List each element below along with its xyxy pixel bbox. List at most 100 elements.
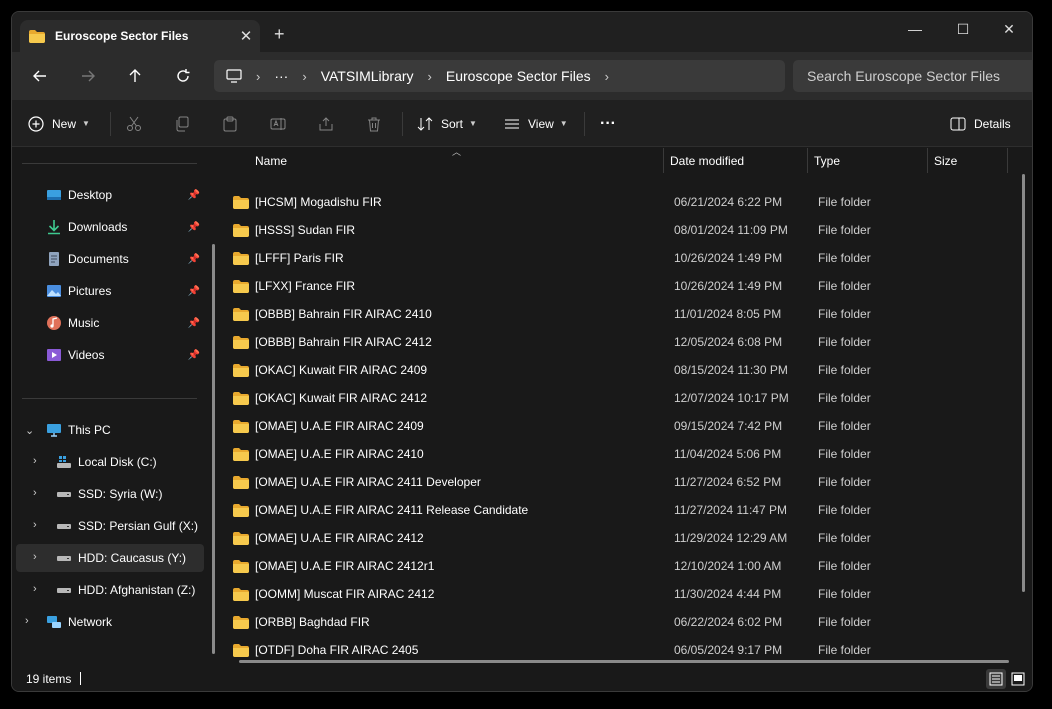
file-date-modified: 11/04/2024 5:06 PM <box>674 447 782 461</box>
share-button[interactable] <box>318 100 334 147</box>
sidebar-item-documents[interactable]: Documents 📌 <box>16 245 204 273</box>
cut-button[interactable] <box>126 100 142 147</box>
sort-button[interactable]: Sort ▼ <box>417 100 477 147</box>
sidebar-item-videos[interactable]: Videos 📌 <box>16 341 204 369</box>
column-divider[interactable] <box>927 148 928 173</box>
file-type: File folder <box>818 419 871 433</box>
table-row[interactable]: [HSSS] Sudan FIR 08/01/2024 11:09 PM File … <box>233 216 1013 244</box>
file-date-modified: 06/22/2024 6:02 PM <box>674 615 783 629</box>
sidebar-item-ssd-persian-gulf-x[interactable]: SSD: Persian Gulf (X:) <box>16 512 204 540</box>
pin-icon[interactable]: 📌 <box>188 190 200 201</box>
rename-button[interactable] <box>270 100 286 147</box>
table-row[interactable]: [OBBB] Bahrain FIR AIRAC 2412 12/05/2024 … <box>233 328 1013 356</box>
table-row[interactable]: [OMAE] U.A.E FIR AIRAC 2412r1 12/10/2024 … <box>233 552 1013 580</box>
this-pc-icon <box>47 424 61 437</box>
address-bar[interactable]: › ··· › VATSIMLibrary › Euroscope Sector… <box>214 60 785 92</box>
horizontal-scrollbar[interactable] <box>239 660 1009 663</box>
pin-icon[interactable]: 📌 <box>188 318 200 329</box>
view-button[interactable]: View ▼ <box>504 100 568 147</box>
folder-icon <box>233 364 249 377</box>
maximize-button[interactable]: ☐ <box>940 16 986 42</box>
table-row[interactable]: [OOMM] Muscat FIR AIRAC 2412 11/30/2024 4… <box>233 580 1013 608</box>
sidebar-item-downloads[interactable]: Downloads 📌 <box>16 213 204 241</box>
table-row[interactable]: [OMAE] U.A.E FIR AIRAC 2411 Release Cand… <box>233 496 1013 524</box>
sidebar-item-hdd-caucasus-y[interactable]: HDD: Caucasus (Y:) <box>16 544 204 572</box>
sidebar-item-label: Videos <box>68 348 105 362</box>
table-row[interactable]: [HCSM] Mogadishu FIR 06/21/2024 6:22 PM Fi… <box>233 188 1013 216</box>
up-button[interactable] <box>123 64 147 88</box>
breadcrumb-vatsimlibrary[interactable]: VATSIMLibrary <box>321 68 414 84</box>
sidebar-item-pictures[interactable]: Pictures 📌 <box>16 277 204 305</box>
table-row[interactable]: [OMAE] U.A.E FIR AIRAC 2411 Developer 11/… <box>233 468 1013 496</box>
breadcrumb-euroscope-sector-files[interactable]: Euroscope Sector Files <box>446 68 591 84</box>
file-name: [OKAC] Kuwait FIR AIRAC 2412 <box>255 391 428 405</box>
column-divider[interactable] <box>663 148 664 173</box>
close-window-button[interactable]: ✕ <box>986 16 1032 42</box>
file-explorer-window: Euroscope Sector Files ✕ + — ☐ ✕ › ··· ›… <box>11 11 1033 692</box>
file-name: [OMAE] U.A.E FIR AIRAC 2411 Release Cand… <box>255 503 529 517</box>
file-date-modified: 06/21/2024 6:22 PM <box>674 195 783 209</box>
pin-icon[interactable]: 📌 <box>188 222 200 233</box>
tab-euroscope-sector-files[interactable]: Euroscope Sector Files ✕ <box>20 20 260 52</box>
chevron-right-icon[interactable]: › <box>605 69 609 84</box>
tiles-view-button[interactable] <box>1008 669 1028 689</box>
table-row[interactable]: [ORBB] Baghdad FIR 06/22/2024 6:02 PM File… <box>233 608 1013 636</box>
view-label: View <box>528 116 554 131</box>
details-view-button[interactable] <box>986 669 1006 689</box>
table-row[interactable]: [OMAE] U.A.E FIR AIRAC 2410 11/04/2024 5:… <box>233 440 1013 468</box>
sidebar-item-label: Desktop <box>68 188 113 202</box>
vertical-scrollbar[interactable] <box>1022 174 1025 592</box>
back-button[interactable] <box>28 64 52 88</box>
forward-button[interactable] <box>76 64 100 88</box>
column-header-date-modified[interactable]: Date modified <box>670 154 744 168</box>
chevron-right-icon: › <box>256 68 261 84</box>
more-options-button[interactable]: ··· <box>600 100 616 147</box>
refresh-button[interactable] <box>171 64 195 88</box>
search-placeholder: Search Euroscope Sector Files <box>807 68 1000 84</box>
sidebar-scrollbar[interactable] <box>212 244 215 654</box>
table-row[interactable]: [LFFF] Paris FIR 10/26/2024 1:49 PM File f… <box>233 244 1013 272</box>
file-type: File folder <box>818 587 871 601</box>
sidebar-item-desktop[interactable]: Desktop 📌 <box>16 181 204 209</box>
sidebar-item-network[interactable]: Network <box>16 608 204 636</box>
file-name: [OMAE] U.A.E FIR AIRAC 2412r1 <box>255 559 435 573</box>
delete-button[interactable] <box>366 100 382 147</box>
column-header-type[interactable]: Type <box>814 154 840 168</box>
file-name: [OMAE] U.A.E FIR AIRAC 2409 <box>255 419 424 433</box>
tab-close-icon[interactable]: ✕ <box>232 27 260 45</box>
column-divider[interactable] <box>1007 148 1008 173</box>
sidebar-item-music[interactable]: Music 📌 <box>16 309 204 337</box>
column-divider[interactable] <box>807 148 808 173</box>
pin-icon[interactable]: 📌 <box>188 286 200 297</box>
breadcrumb-overflow[interactable]: ··· <box>274 68 288 84</box>
chevron-right-icon[interactable]: › <box>33 551 37 563</box>
file-date-modified: 06/05/2024 9:17 PM <box>674 643 783 657</box>
sidebar-item-this-pc[interactable]: This PC <box>16 416 204 444</box>
minimize-button[interactable]: — <box>892 16 938 42</box>
column-header-name[interactable]: Name <box>255 154 287 168</box>
pin-icon[interactable]: 📌 <box>188 254 200 265</box>
table-row[interactable]: [OKAC] Kuwait FIR AIRAC 2412 12/07/2024 1… <box>233 384 1013 412</box>
paste-button[interactable] <box>222 100 238 147</box>
details-button[interactable]: Details <box>950 100 1011 147</box>
copy-button[interactable] <box>174 100 190 147</box>
file-type: File folder <box>818 503 871 517</box>
sidebar-item-local-disk-c[interactable]: Local Disk (C:) <box>16 448 204 476</box>
sidebar-item-ssd-syria-w[interactable]: SSD: Syria (W:) <box>16 480 204 508</box>
new-tab-button[interactable]: + <box>274 24 285 45</box>
folder-icon <box>233 252 249 265</box>
table-row[interactable]: [OMAE] U.A.E FIR AIRAC 2412 11/29/2024 12… <box>233 524 1013 552</box>
column-header-size[interactable]: Size <box>934 154 957 168</box>
table-row[interactable]: [OMAE] U.A.E FIR AIRAC 2409 09/15/2024 7:… <box>233 412 1013 440</box>
new-button[interactable]: New ▼ <box>28 100 90 147</box>
file-name: [OMAE] U.A.E FIR AIRAC 2411 Developer <box>255 475 481 489</box>
table-row[interactable]: [LFXX] France FIR 10/26/2024 1:49 PM File … <box>233 272 1013 300</box>
sidebar-item-hdd-afghanistan-z[interactable]: HDD: Afghanistan (Z:) <box>16 576 204 604</box>
sort-icon <box>417 116 433 131</box>
divider <box>110 112 111 136</box>
item-count: 19 items <box>26 672 72 686</box>
search-input[interactable]: Search Euroscope Sector Files <box>793 60 1032 92</box>
table-row[interactable]: [OBBB] Bahrain FIR AIRAC 2410 11/01/2024 … <box>233 300 1013 328</box>
pin-icon[interactable]: 📌 <box>188 350 200 361</box>
table-row[interactable]: [OKAC] Kuwait FIR AIRAC 2409 08/15/2024 1… <box>233 356 1013 384</box>
